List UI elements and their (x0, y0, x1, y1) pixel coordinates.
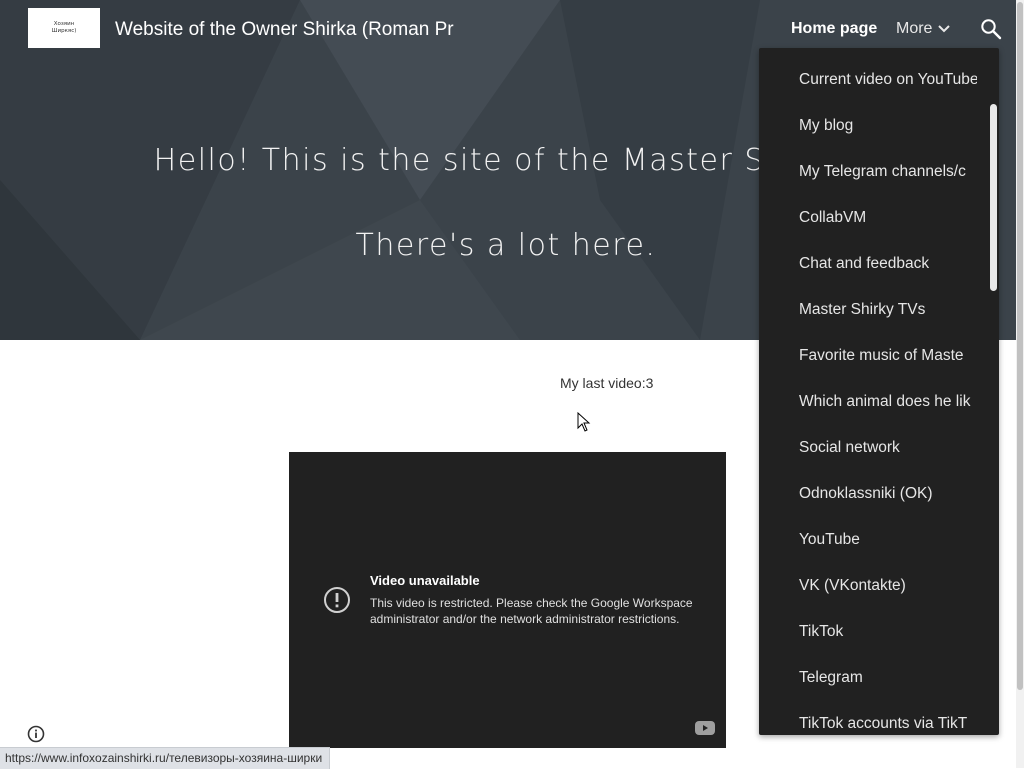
dropdown-item-collabvm[interactable]: CollabVM (759, 199, 977, 245)
dropdown-item-odnoklassniki[interactable]: Odnoklassniki (OK) (759, 475, 977, 521)
video-error-title: Video unavailable (370, 573, 480, 588)
dropdown-item-youtube[interactable]: YouTube (759, 521, 977, 567)
search-icon (981, 19, 1002, 40)
more-dropdown-menu: Current video on YouTube My blog My Tele… (759, 48, 999, 735)
page-scrollbar-thumb[interactable] (1017, 2, 1023, 690)
search-button[interactable] (980, 18, 1002, 40)
youtube-logo-icon[interactable] (695, 721, 715, 735)
nav-more-label: More (896, 20, 933, 37)
dropdown-item-current-video[interactable]: Current video on YouTube (759, 61, 977, 107)
site-logo[interactable]: Хозяин Ширкяс) (28, 8, 100, 48)
dropdown-item-master-shirky-tvs[interactable]: Master Shirky TVs (759, 291, 977, 337)
chevron-down-icon (938, 25, 951, 33)
site-title[interactable]: Website of the Owner Shirka (Roman Pr (115, 19, 475, 41)
info-icon (27, 725, 45, 743)
hero-heading: Hello! This is the site of the Master Sh… (153, 143, 859, 263)
nav-more-button[interactable]: More (896, 20, 951, 38)
last-video-label: My last video:3 (560, 375, 654, 391)
dropdown-item-telegram[interactable]: Telegram (759, 659, 977, 705)
dropdown-item-chat-feedback[interactable]: Chat and feedback (759, 245, 977, 291)
dropdown-scrollbar[interactable] (990, 104, 997, 291)
dropdown-item-favorite-music[interactable]: Favorite music of Maste (759, 337, 977, 383)
alert-circle-icon (324, 587, 350, 613)
video-embed[interactable]: Video unavailable This video is restrict… (289, 452, 726, 748)
site-logo-text: Хозяин Ширкяс) (51, 21, 77, 34)
dropdown-item-vk[interactable]: VK (VKontakte) (759, 567, 977, 613)
info-button[interactable] (27, 725, 45, 748)
dropdown-item-tiktok-accounts[interactable]: TikTok accounts via TikT (759, 705, 977, 735)
mouse-pointer-icon (577, 412, 591, 432)
nav-home-page[interactable]: Home page (791, 20, 877, 38)
dropdown-item-tiktok[interactable]: TikTok (759, 613, 977, 659)
dropdown-item-my-blog[interactable]: My blog (759, 107, 977, 153)
more-dropdown-list: Current video on YouTube My blog My Tele… (759, 61, 977, 735)
dropdown-item-social-network[interactable]: Social network (759, 429, 977, 475)
dropdown-item-favorite-animal[interactable]: Which animal does he lik (759, 383, 977, 429)
video-error-message: This video is restricted. Please check t… (370, 596, 693, 626)
dropdown-item-telegram-channels[interactable]: My Telegram channels/c (759, 153, 977, 199)
status-bar-url: https://www.infoxozainshirki.ru/телевизо… (0, 747, 331, 769)
page-scrollbar[interactable] (1016, 0, 1024, 768)
